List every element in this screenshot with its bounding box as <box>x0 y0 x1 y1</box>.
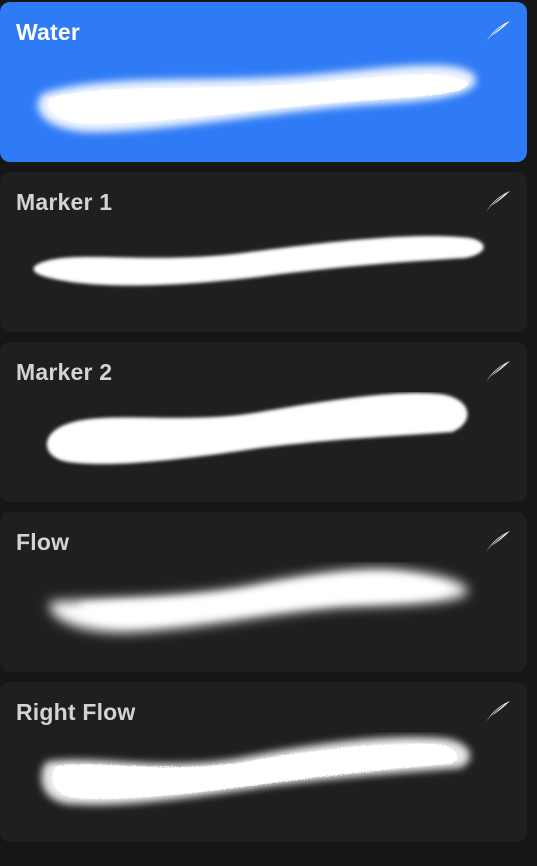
feather-icon <box>486 191 510 212</box>
feather-icon <box>486 21 510 42</box>
feather-icon <box>486 701 510 722</box>
brush-card-right-flow[interactable]: Right Flow <box>0 682 527 842</box>
brush-stroke-preview <box>46 392 468 465</box>
brush-stroke-preview <box>41 736 471 805</box>
brush-stroke-preview <box>49 568 468 633</box>
brush-name: Right Flow <box>16 699 136 725</box>
brush-stroke-preview <box>33 235 484 286</box>
brush-name: Water <box>16 19 81 45</box>
feather-icon <box>486 361 510 382</box>
brush-stroke-preview <box>37 65 476 133</box>
brush-name: Marker 1 <box>16 189 113 215</box>
brush-card-flow[interactable]: Flow <box>0 512 527 672</box>
feather-icon <box>486 531 510 552</box>
brush-card-marker-1[interactable]: Marker 1 <box>0 172 527 332</box>
brush-name: Marker 2 <box>16 359 113 385</box>
brush-card-water[interactable]: Water <box>0 2 527 162</box>
brush-name: Flow <box>16 529 70 555</box>
brush-list: Water Marker 1 Marker 2 Flow Right Flow <box>0 0 537 866</box>
brush-card-marker-2[interactable]: Marker 2 <box>0 342 527 502</box>
